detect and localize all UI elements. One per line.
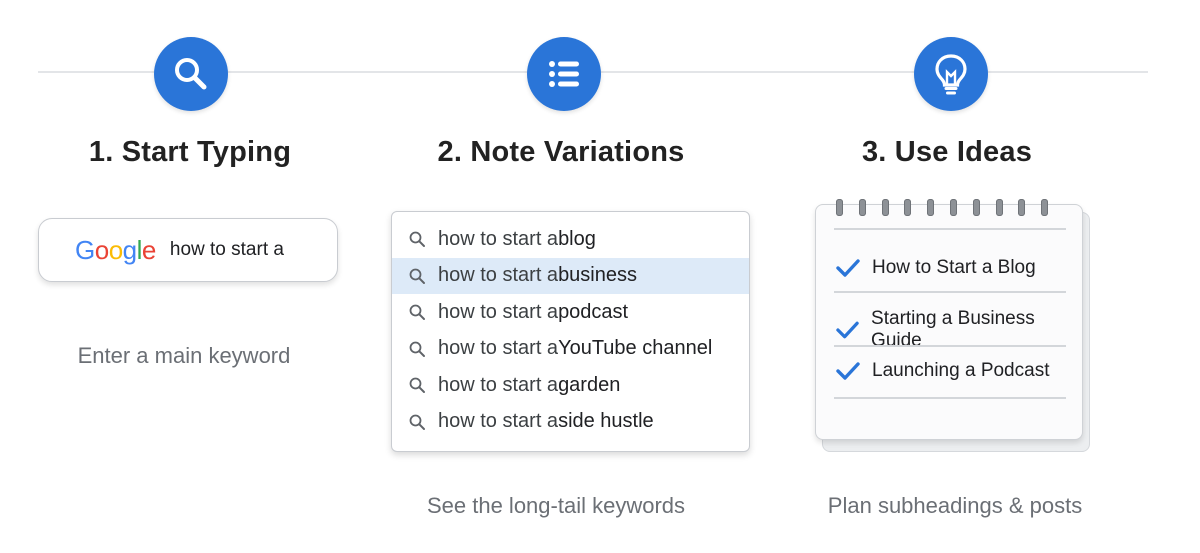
search-icon xyxy=(409,414,425,430)
search-icon xyxy=(409,231,425,248)
checkmark-icon xyxy=(836,259,860,277)
step-1-search-icon xyxy=(154,37,228,111)
notepad-line xyxy=(834,291,1066,293)
search-query-text: how to start a xyxy=(169,239,284,260)
suggestion-dropdown: how to start a blog how to start a busine… xyxy=(391,211,750,452)
suggestion-base-text: how to start a xyxy=(438,373,559,396)
spiral-ring xyxy=(927,199,935,216)
step-2-caption: See the long-tail keywords xyxy=(426,493,686,518)
suggestion-tail-text: business xyxy=(558,264,637,287)
notepad-line xyxy=(834,345,1066,347)
step-3-lightbulb-icon xyxy=(914,37,988,111)
spiral-ring xyxy=(858,199,866,216)
suggestion-tail-text: side hustle xyxy=(558,410,654,433)
notepad-line xyxy=(834,397,1066,399)
suggestion-tail-text: garden xyxy=(558,373,621,396)
suggestion-tail-text: YouTube channel xyxy=(558,337,713,360)
suggestion-item[interactable]: how to start a business xyxy=(392,257,749,294)
suggestion-item[interactable]: how to start a side hustle xyxy=(392,404,749,441)
suggestion-item[interactable]: how to start a YouTube channel xyxy=(392,331,749,368)
suggestion-base-text: how to start a xyxy=(438,264,559,287)
suggestion-base-text: how to start a xyxy=(438,410,559,433)
step-1-caption: Enter a main keyword xyxy=(77,343,291,368)
spiral-ring xyxy=(1018,199,1026,216)
notepad-spiral-rings xyxy=(836,199,1049,216)
step-3-caption: Plan subheadings & posts xyxy=(827,493,1083,518)
step-2-list-icon xyxy=(527,37,601,111)
google-logo-letter: o xyxy=(94,234,109,265)
suggestion-tail-text: blog xyxy=(558,227,596,250)
suggestion-item[interactable]: how to start a podcast xyxy=(392,294,749,331)
search-icon xyxy=(409,341,425,357)
search-icon xyxy=(409,304,425,321)
google-logo: Google xyxy=(75,235,156,266)
step-2-title: 2. Note Variations xyxy=(437,136,685,168)
step-1-title: 1. Start Typing xyxy=(88,136,292,168)
spiral-ring xyxy=(949,199,957,216)
notepad: How to Start a Blog Starting a Business G… xyxy=(815,199,1083,440)
google-logo-letter: e xyxy=(141,234,156,265)
spiral-ring xyxy=(995,199,1003,216)
notepad-line xyxy=(834,228,1066,230)
spiral-ring xyxy=(1041,199,1049,216)
notepad-item-text: Launching a Podcast xyxy=(872,360,1050,381)
google-logo-letter: o xyxy=(108,234,123,265)
suggestion-base-text: how to start a xyxy=(438,337,559,360)
checkmark-icon xyxy=(836,321,859,339)
search-input[interactable]: Google how to start a xyxy=(38,218,338,282)
search-icon xyxy=(409,268,425,284)
spiral-ring xyxy=(836,199,843,216)
google-logo-letter: g xyxy=(122,234,137,265)
step-3-title: 3. Use Ideas xyxy=(861,136,1033,168)
suggestion-base-text: how to start a xyxy=(438,300,559,323)
notepad-item-text: How to Start a Blog xyxy=(872,257,1036,278)
suggestion-base-text: how to start a xyxy=(438,227,559,250)
suggestion-tail-text: podcast xyxy=(558,300,629,323)
suggestion-item[interactable]: how to start a blog xyxy=(392,221,749,258)
lightbulb-icon xyxy=(935,54,967,95)
spiral-ring xyxy=(904,199,912,216)
search-icon xyxy=(409,377,425,394)
checkmark-icon xyxy=(836,362,860,380)
list-icon xyxy=(549,61,579,87)
spiral-ring xyxy=(881,199,889,216)
notepad-item: How to Start a Blog xyxy=(836,257,1036,279)
notepad-item: Launching a Podcast xyxy=(836,360,1049,382)
suggestion-item[interactable]: how to start a garden xyxy=(392,367,749,404)
google-logo-letter: G xyxy=(75,234,95,265)
spiral-ring xyxy=(972,199,980,216)
search-icon xyxy=(175,58,207,90)
